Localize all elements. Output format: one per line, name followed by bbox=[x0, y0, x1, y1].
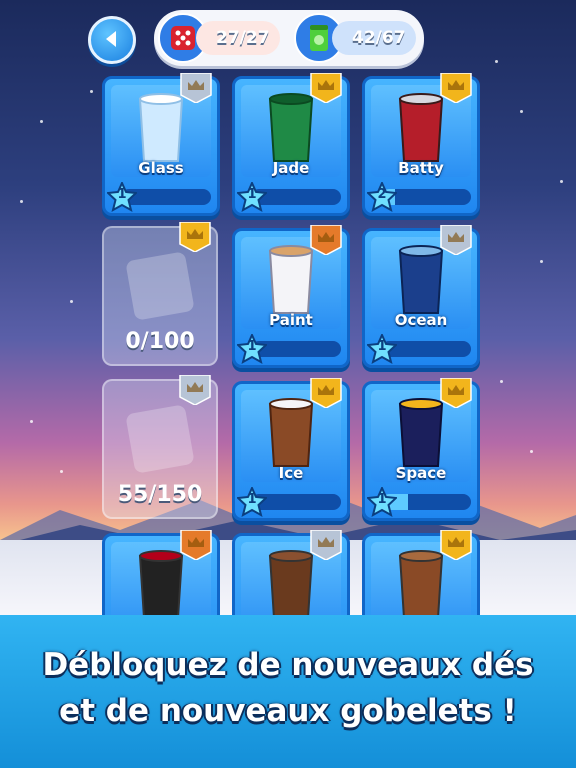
cup-name: Ice bbox=[278, 464, 304, 482]
cup-card-paint[interactable]: Paint 1 bbox=[232, 224, 350, 368]
rarity-ribbon-bronze bbox=[179, 529, 213, 561]
cup-name: Paint bbox=[269, 311, 313, 329]
locked-cup-preview bbox=[125, 404, 195, 474]
star-decoration bbox=[40, 120, 43, 123]
level-star-icon: 1 bbox=[235, 180, 269, 212]
rarity-ribbon-gold bbox=[309, 72, 343, 104]
level-star-icon: 1 bbox=[235, 332, 269, 364]
back-button[interactable] bbox=[88, 16, 136, 64]
level-star-icon: 1 bbox=[105, 180, 139, 212]
rarity-ribbon-gold bbox=[439, 529, 473, 561]
rarity-ribbon-gold bbox=[309, 377, 343, 409]
dice-count: 27/27 bbox=[196, 21, 280, 55]
star-decoration bbox=[90, 90, 93, 93]
cup-level: 1 bbox=[377, 492, 387, 507]
level-star-icon: 1 bbox=[365, 485, 399, 517]
cup-image bbox=[396, 245, 446, 321]
rarity-ribbon-gold bbox=[178, 221, 212, 253]
rarity-ribbon-silver bbox=[179, 72, 213, 104]
cup-card-batty[interactable]: Batty 2 bbox=[362, 72, 480, 216]
cups-count: 42/67 bbox=[332, 21, 416, 55]
cups-counter: 42/67 bbox=[294, 10, 416, 66]
cup-level: 1 bbox=[247, 492, 257, 507]
cup-card-ice[interactable]: Ice 1 bbox=[232, 377, 350, 521]
cup-level: 1 bbox=[377, 339, 387, 354]
locked-cup-card[interactable]: 0/100 bbox=[102, 221, 218, 366]
cup-name: Jade bbox=[272, 159, 310, 177]
banner-line-2: et de nouveaux gobelets ! bbox=[59, 693, 517, 729]
cup-image bbox=[266, 245, 316, 321]
cup-card-space[interactable]: Space 1 bbox=[362, 377, 480, 521]
cup-name: Space bbox=[395, 464, 447, 482]
dice-counter: 27/27 bbox=[158, 10, 280, 66]
cup-name: Batty bbox=[398, 159, 444, 177]
cup-card-jade[interactable]: Jade 1 bbox=[232, 72, 350, 216]
rarity-ribbon-gold bbox=[439, 377, 473, 409]
star-decoration bbox=[60, 470, 63, 473]
star-decoration bbox=[560, 180, 563, 183]
collection-counters: 27/27 42/67 bbox=[154, 10, 424, 66]
cup-image bbox=[266, 398, 316, 474]
rarity-ribbon-silver bbox=[309, 529, 343, 561]
star-decoration bbox=[20, 200, 23, 203]
cup-image bbox=[396, 398, 446, 474]
unlock-progress: 55/150 bbox=[117, 482, 203, 507]
unlock-progress: 0/100 bbox=[125, 329, 195, 354]
rarity-ribbon-gold bbox=[439, 72, 473, 104]
rarity-ribbon-silver bbox=[439, 224, 473, 256]
star-decoration bbox=[520, 110, 523, 113]
rarity-ribbon-bronze bbox=[309, 224, 343, 256]
rarity-ribbon-silver bbox=[178, 374, 212, 406]
banner-line-1: Débloquez de nouveaux dés bbox=[42, 647, 534, 683]
locked-cup-card[interactable]: 55/150 bbox=[102, 374, 218, 519]
cup-name: Ocean bbox=[394, 311, 448, 329]
locked-cup-preview bbox=[125, 251, 195, 321]
star-decoration bbox=[70, 300, 73, 303]
cup-image bbox=[266, 93, 316, 169]
top-bar: 27/27 42/67 bbox=[0, 0, 576, 70]
star-decoration bbox=[540, 260, 543, 263]
promo-banner: Débloquez de nouveaux dés et de nouveaux… bbox=[0, 615, 576, 768]
star-decoration bbox=[530, 450, 533, 453]
cup-card-ocean[interactable]: Ocean 1 bbox=[362, 224, 480, 368]
cup-level: 2 bbox=[377, 187, 387, 202]
cup-image bbox=[396, 93, 446, 169]
level-star-icon: 1 bbox=[365, 332, 399, 364]
back-arrow-icon bbox=[106, 31, 116, 47]
cup-level: 1 bbox=[247, 187, 257, 202]
cup-level: 1 bbox=[247, 339, 257, 354]
star-decoration bbox=[500, 380, 503, 383]
star-decoration bbox=[30, 420, 33, 423]
cup-name: Glass bbox=[138, 159, 184, 177]
level-star-icon: 2 bbox=[365, 180, 399, 212]
level-star-icon: 1 bbox=[235, 485, 269, 517]
cup-card-glass[interactable]: Glass 1 bbox=[102, 72, 220, 216]
cup-image bbox=[136, 93, 186, 169]
cup-level: 1 bbox=[117, 187, 127, 202]
